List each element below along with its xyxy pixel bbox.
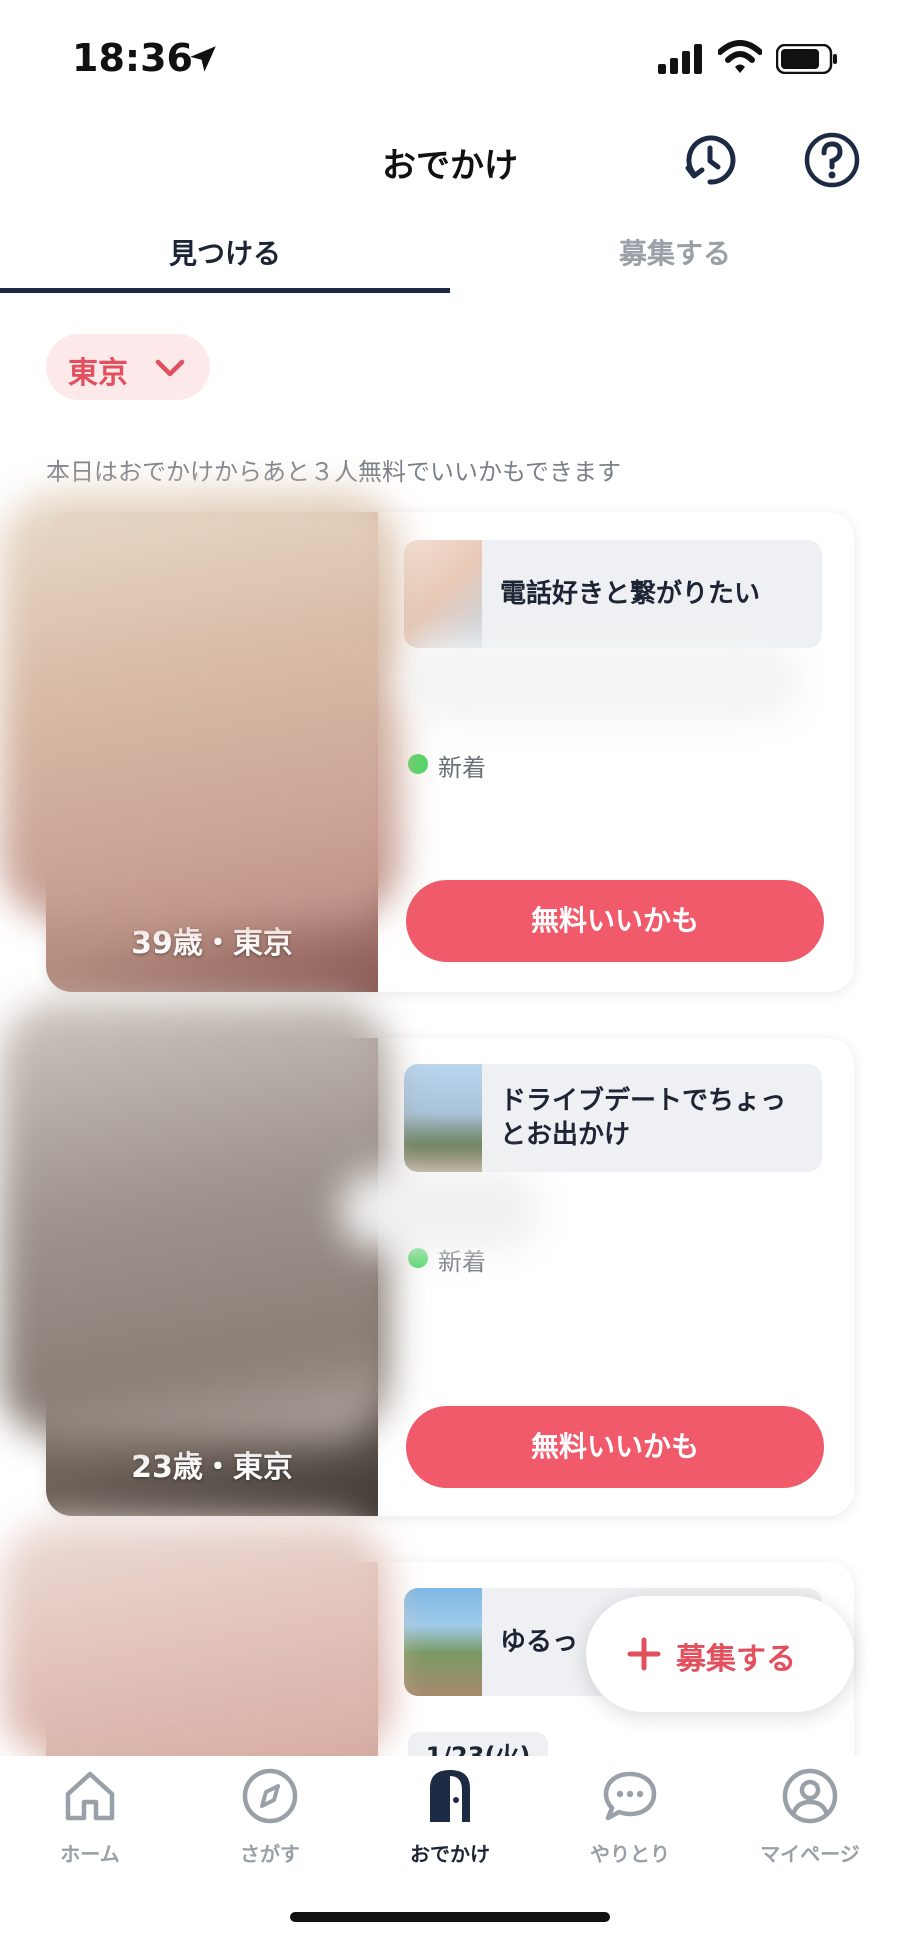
chevron-down-icon (155, 359, 185, 377)
plus-icon (627, 1637, 661, 1671)
home-icon (65, 1771, 115, 1821)
new-badge-label: 新着 (438, 754, 486, 782)
free-like-button[interactable]: 無料いいかも (406, 880, 824, 962)
profile-icon (782, 1768, 838, 1824)
topic-thumbnail (404, 1064, 482, 1172)
history-icon[interactable] (680, 130, 740, 190)
privacy-blur (340, 1170, 540, 1250)
nav-label: マイページ (760, 1842, 860, 1866)
topic-title: ドライブデートでちょっとお出かけ (500, 1085, 787, 1150)
nav-outing[interactable]: おでかけ (360, 1756, 540, 1876)
privacy-blur (0, 1000, 390, 1440)
door-icon (430, 1770, 470, 1822)
topic-box: 電話好きと繋がりたい (404, 540, 822, 648)
nav-label: さがす (240, 1842, 300, 1866)
nav-label: ホーム (60, 1842, 120, 1866)
segment-tabs: 見つける 募集する (0, 222, 900, 294)
recruit-fab-button[interactable]: 募集する (586, 1596, 854, 1712)
topic-title: 電話好きと繋がりたい (500, 578, 761, 609)
nav-label: やりとり (590, 1842, 670, 1866)
area-filter-label: 東京 (68, 356, 128, 391)
privacy-blur (0, 490, 400, 920)
home-indicator[interactable] (290, 1912, 610, 1922)
header: おでかけ (0, 110, 900, 210)
chat-icon (603, 1771, 657, 1821)
online-status-dot (408, 1248, 428, 1268)
battery-icon (776, 44, 837, 74)
profile-age-location: 23歳・東京 (131, 1450, 293, 1485)
nav-home[interactable]: ホーム (0, 1756, 180, 1876)
help-icon[interactable] (802, 130, 862, 190)
privacy-blur (0, 1520, 390, 1760)
recruit-fab-label: 募集する (676, 1642, 796, 1677)
topic-thumbnail (404, 1588, 482, 1696)
nav-search[interactable]: さがす (180, 1756, 360, 1876)
topic-box: ドライブデートでちょっとお出かけ (404, 1064, 822, 1172)
compass-icon (242, 1768, 298, 1824)
location-arrow-icon (190, 46, 216, 72)
active-tab-indicator (0, 288, 450, 293)
status-bar: 18:36 (0, 0, 900, 110)
topic-thumbnail (404, 540, 482, 648)
online-status-dot (408, 754, 428, 774)
tab-find[interactable]: 見つける (0, 222, 450, 294)
nav-label: おでかけ (410, 1842, 490, 1866)
page-title: おでかけ (382, 146, 518, 186)
profile-age-location: 39歳・東京 (131, 926, 293, 961)
status-time: 18:36 (72, 36, 193, 80)
area-filter-chip[interactable]: 東京 (46, 334, 210, 400)
tab-recruit[interactable]: 募集する (450, 222, 900, 294)
signal-icon (658, 44, 702, 74)
privacy-blur (400, 640, 800, 720)
nav-messages[interactable]: やりとり (540, 1756, 720, 1876)
wifi-icon (718, 40, 762, 73)
nav-mypage[interactable]: マイページ (720, 1756, 900, 1876)
free-like-button[interactable]: 無料いいかも (406, 1406, 824, 1488)
free-likes-notice: 本日はおでかけからあと３人無料でいいかもできます (46, 458, 622, 486)
